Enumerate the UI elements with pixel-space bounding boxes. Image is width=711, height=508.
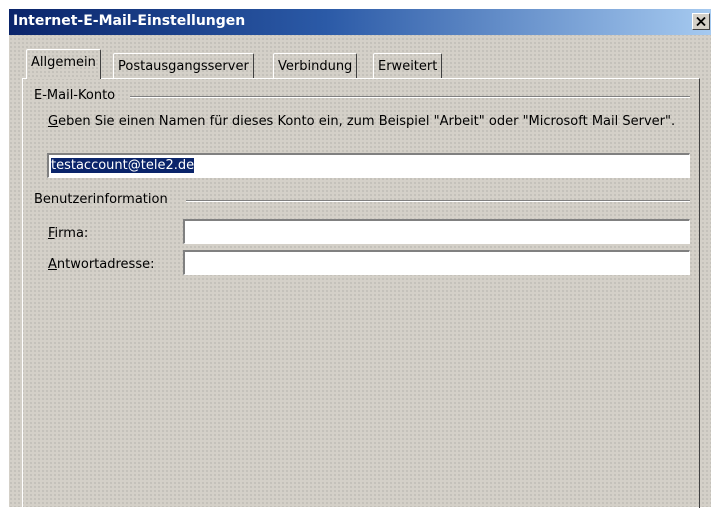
close-button[interactable] — [692, 13, 710, 30]
settings-dialog: Internet-E-Mail-Einstellungen Allgemein … — [8, 8, 711, 508]
tab-erweitert[interactable]: Erweitert — [373, 53, 443, 79]
tab-verbindung[interactable]: Verbindung — [273, 53, 358, 79]
close-icon — [696, 17, 706, 26]
window-title: Internet-E-Mail-Einstellungen — [13, 13, 246, 29]
title-bar[interactable]: Internet-E-Mail-Einstellungen — [9, 9, 711, 35]
tab-postausgangsserver[interactable]: Postausgangsserver — [113, 53, 254, 79]
tab-panel-allgemein — [22, 78, 700, 508]
tab-allgemein[interactable]: Allgemein — [26, 49, 101, 79]
